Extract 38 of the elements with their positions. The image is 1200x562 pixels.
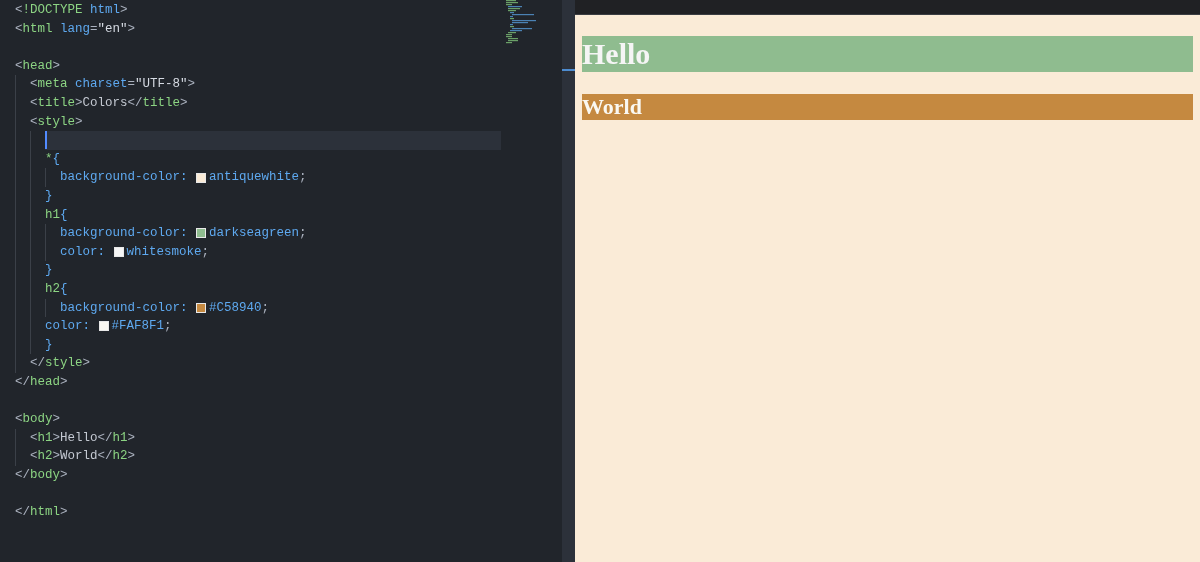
code-text: <head> — [15, 57, 61, 75]
code-text: <!DOCTYPE html> — [15, 2, 128, 19]
code-text: <h2>World</h2> — [30, 448, 136, 466]
code-text: } — [45, 262, 53, 280]
code-text: <meta charset="UTF-8"> — [30, 76, 196, 94]
code-text: background-color: — [60, 169, 189, 187]
code-text: <style> — [30, 113, 83, 131]
color-swatch-icon[interactable] — [98, 321, 109, 332]
code-text: h2{ — [45, 280, 68, 298]
code-text: </head> — [15, 373, 68, 391]
code-text: <h1>Hello</h1> — [30, 429, 136, 447]
code-text: #C58940; — [209, 299, 270, 317]
code-text: <title>Colors</title> — [30, 94, 188, 112]
scrollbar-track[interactable] — [562, 0, 575, 562]
code-text: } — [45, 187, 53, 205]
code-text: } — [45, 336, 53, 354]
code-text: <html lang="en"> — [15, 20, 136, 38]
code-text: background-color: — [60, 225, 189, 243]
color-swatch-icon[interactable] — [196, 228, 207, 239]
code-text: darkseagreen; — [209, 225, 307, 243]
color-swatch-icon[interactable] — [113, 247, 124, 257]
code-text: <body> — [15, 411, 61, 429]
color-swatch-icon[interactable] — [196, 302, 207, 313]
code-text: *{ — [45, 150, 61, 168]
code-text: </body> — [15, 466, 68, 484]
heading-two: World — [582, 94, 1193, 120]
color-swatch-icon[interactable] — [196, 172, 207, 183]
code-text: whitesmoke; — [126, 243, 210, 261]
code-text: </html> — [15, 504, 68, 522]
code-text: #FAF8F1; — [111, 318, 172, 336]
code-text: color: — [45, 318, 91, 336]
code-text: color: — [60, 243, 106, 261]
code-text: </style> — [30, 355, 91, 373]
code-text: background-color: — [60, 299, 189, 317]
heading-one: Hello — [582, 36, 1193, 72]
text-cursor — [45, 131, 47, 150]
code-text: h1{ — [45, 206, 68, 224]
code-text: antiquewhite; — [209, 169, 307, 187]
